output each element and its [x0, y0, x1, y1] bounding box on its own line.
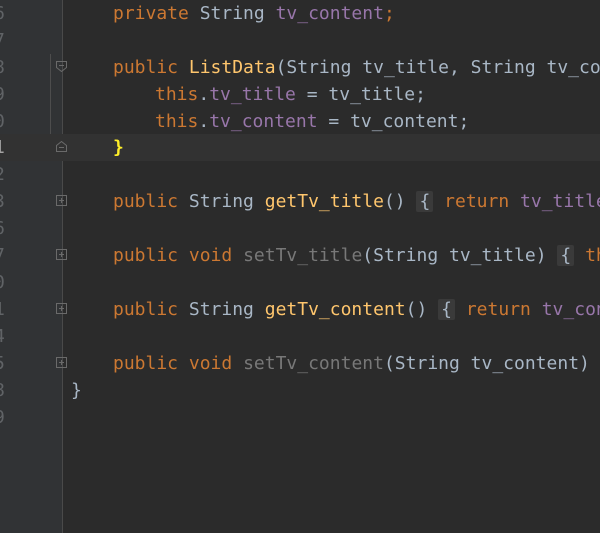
line-number: 7	[0, 27, 34, 54]
code-line[interactable]: 6	[0, 215, 600, 242]
code-text: public void setTv_title(String tv_title)…	[113, 245, 600, 266]
line-number: 9	[0, 81, 34, 108]
code-line[interactable]: 7 public void setTv_title(String tv_titl…	[0, 242, 600, 269]
line-number: 8	[0, 54, 34, 81]
code-line[interactable]: 4	[0, 323, 600, 350]
code-line[interactable]: 0 this.tv_content = tv_content;	[0, 108, 600, 135]
code-line[interactable]: 9 this.tv_title = tv_title;	[0, 81, 600, 108]
code-line[interactable]: 1 public String getTv_content() { return…	[0, 296, 600, 323]
line-number: 3	[0, 188, 34, 215]
code-text: private String tv_content;	[113, 3, 395, 24]
line-number: 6	[0, 0, 34, 27]
code-line[interactable]: 8 public ListData(String tv_title, Strin…	[0, 54, 600, 81]
line-number: 0	[0, 108, 34, 135]
expand-fold-icon[interactable]	[56, 357, 67, 368]
line-number: 1	[0, 296, 34, 323]
code-text: }	[113, 134, 124, 161]
expand-fold-icon[interactable]	[56, 249, 67, 260]
fold-start-icon[interactable]	[56, 61, 67, 72]
code-text: public String getTv_content() { return t…	[113, 299, 600, 320]
code-text: this.tv_content = tv_content;	[155, 111, 470, 132]
line-number: 4	[0, 323, 34, 350]
code-text: this.tv_title = tv_title;	[155, 84, 426, 105]
expand-fold-icon[interactable]	[56, 303, 67, 314]
code-line[interactable]: 7	[0, 27, 600, 54]
current-code-line[interactable]: 1 }	[0, 134, 600, 161]
line-number: 7	[0, 242, 34, 269]
line-number: 1	[0, 134, 34, 161]
line-number: 9	[0, 404, 34, 431]
code-line[interactable]: 9	[0, 404, 600, 431]
line-number: 5	[0, 350, 34, 377]
fold-end-icon[interactable]	[56, 141, 67, 152]
folded-block[interactable]: {	[438, 299, 455, 320]
code-text: public String getTv_title() { return tv_…	[113, 191, 600, 212]
code-line[interactable]: 8 }	[0, 377, 600, 404]
line-number: 2	[0, 161, 34, 188]
code-text: public ListData(String tv_title, String …	[113, 57, 600, 78]
folded-block[interactable]: {	[557, 245, 575, 266]
line-number: 6	[0, 215, 34, 242]
code-editor[interactable]: 6 private String tv_content; 7 8 public …	[0, 0, 600, 533]
code-text: }	[71, 380, 82, 401]
line-number: 8	[0, 377, 34, 404]
matched-brace: }	[113, 137, 124, 158]
code-line[interactable]: 0	[0, 269, 600, 296]
expand-fold-icon[interactable]	[56, 195, 67, 206]
line-number: 0	[0, 269, 34, 296]
code-line[interactable]: 3 public String getTv_title() { return t…	[0, 188, 600, 215]
code-line[interactable]: 2	[0, 161, 600, 188]
code-line[interactable]: 6 private String tv_content;	[0, 0, 600, 27]
code-text: public void setTv_content(String tv_cont…	[113, 353, 590, 374]
folded-block[interactable]: {	[416, 191, 434, 212]
code-line[interactable]: 5 public void setTv_content(String tv_co…	[0, 350, 600, 377]
